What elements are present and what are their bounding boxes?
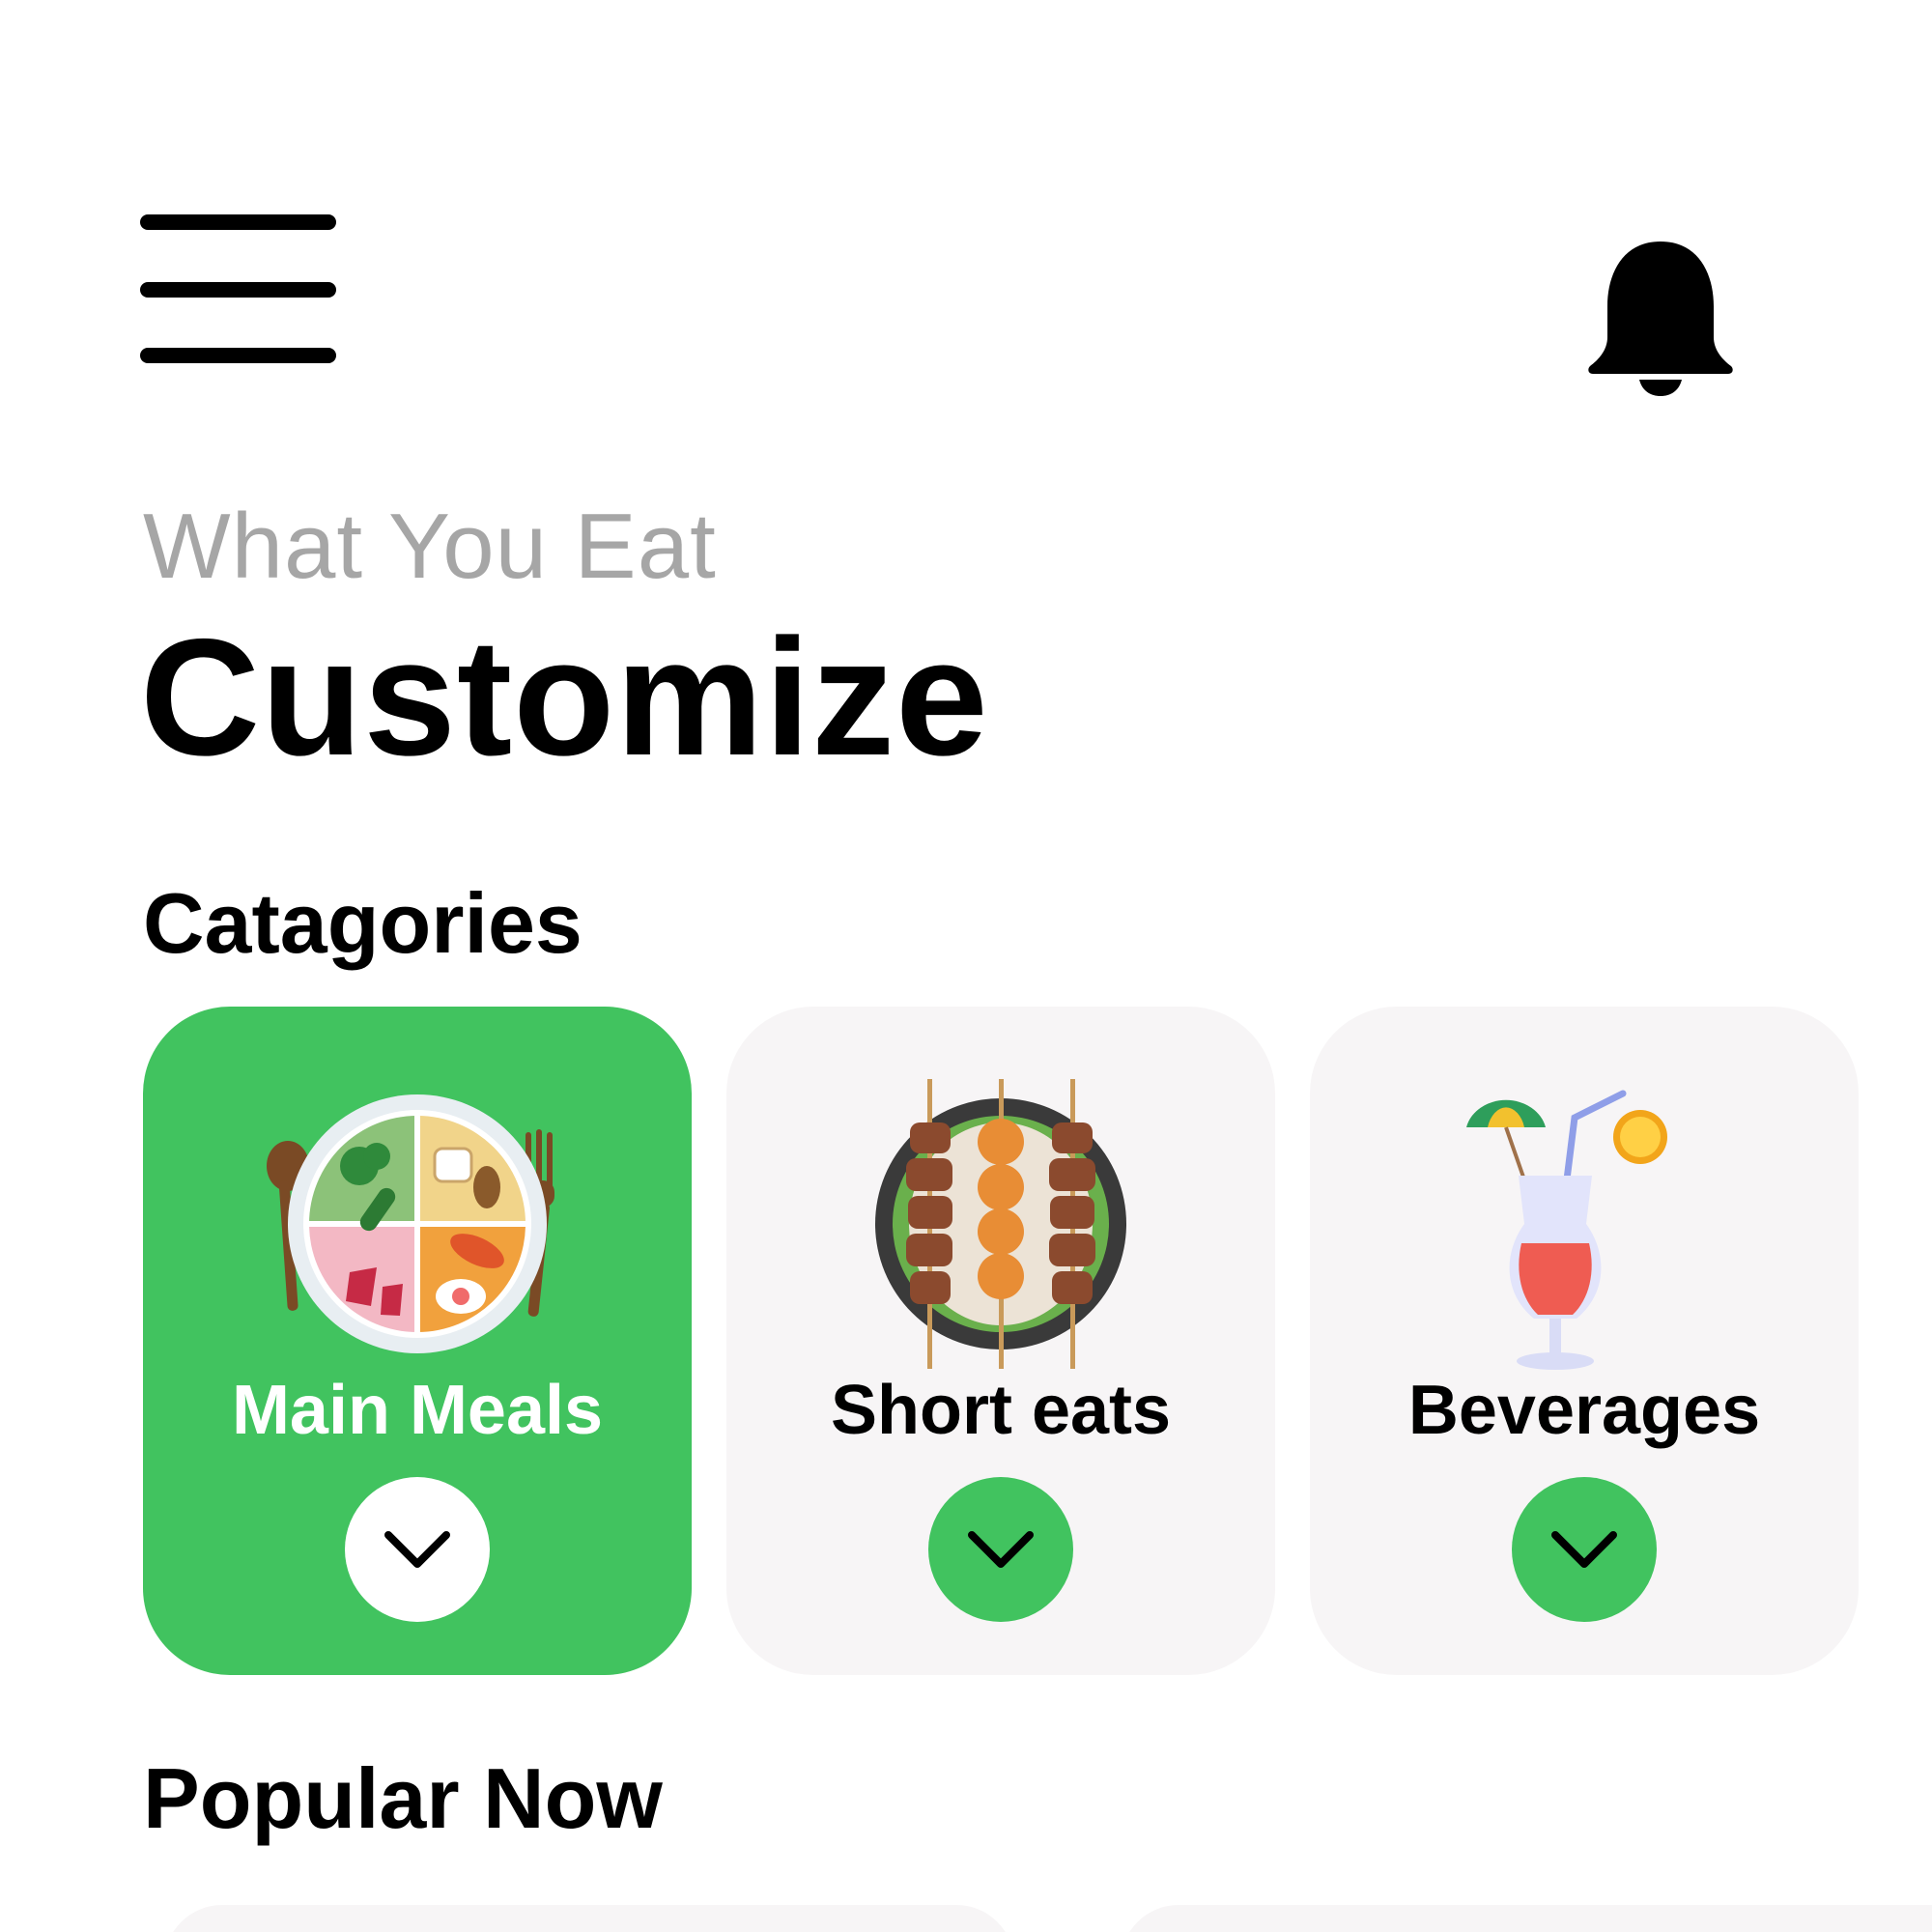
category-card-short-eats[interactable]: Short eats xyxy=(726,1007,1275,1675)
bell-icon[interactable] xyxy=(1584,237,1737,399)
menu-bar-middle xyxy=(140,282,336,298)
chevron-down-icon xyxy=(384,1531,450,1568)
category-card-main-meals[interactable]: Main Meals xyxy=(143,1007,692,1675)
category-label: Short eats xyxy=(830,1372,1172,1449)
popular-heading: Popular Now xyxy=(143,1750,663,1846)
chevron-down-icon xyxy=(1551,1531,1617,1568)
expand-button[interactable] xyxy=(1512,1477,1657,1622)
category-label: Beverages xyxy=(1407,1372,1761,1449)
popular-item-card[interactable] xyxy=(164,1905,1014,1932)
category-card-beverages[interactable]: Beverages xyxy=(1310,1007,1859,1675)
menu-bar-top xyxy=(140,214,336,230)
page-title: Customize xyxy=(140,605,989,790)
popular-item-card[interactable] xyxy=(1121,1905,1932,1932)
skewers-icon xyxy=(846,1079,1155,1388)
meal-plate-icon xyxy=(263,1079,572,1388)
chevron-down-icon xyxy=(968,1531,1034,1568)
page-subtitle: What You Eat xyxy=(143,495,717,598)
expand-button[interactable] xyxy=(928,1477,1073,1622)
expand-button[interactable] xyxy=(345,1477,490,1622)
app-screen: What You Eat Customize Catagories Main M… xyxy=(0,0,1932,1932)
cocktail-icon xyxy=(1430,1079,1739,1388)
menu-bar-bottom xyxy=(140,348,336,363)
category-label: Main Meals xyxy=(231,1372,604,1449)
categories-heading: Catagories xyxy=(143,875,582,971)
hamburger-menu-icon[interactable] xyxy=(140,214,338,367)
